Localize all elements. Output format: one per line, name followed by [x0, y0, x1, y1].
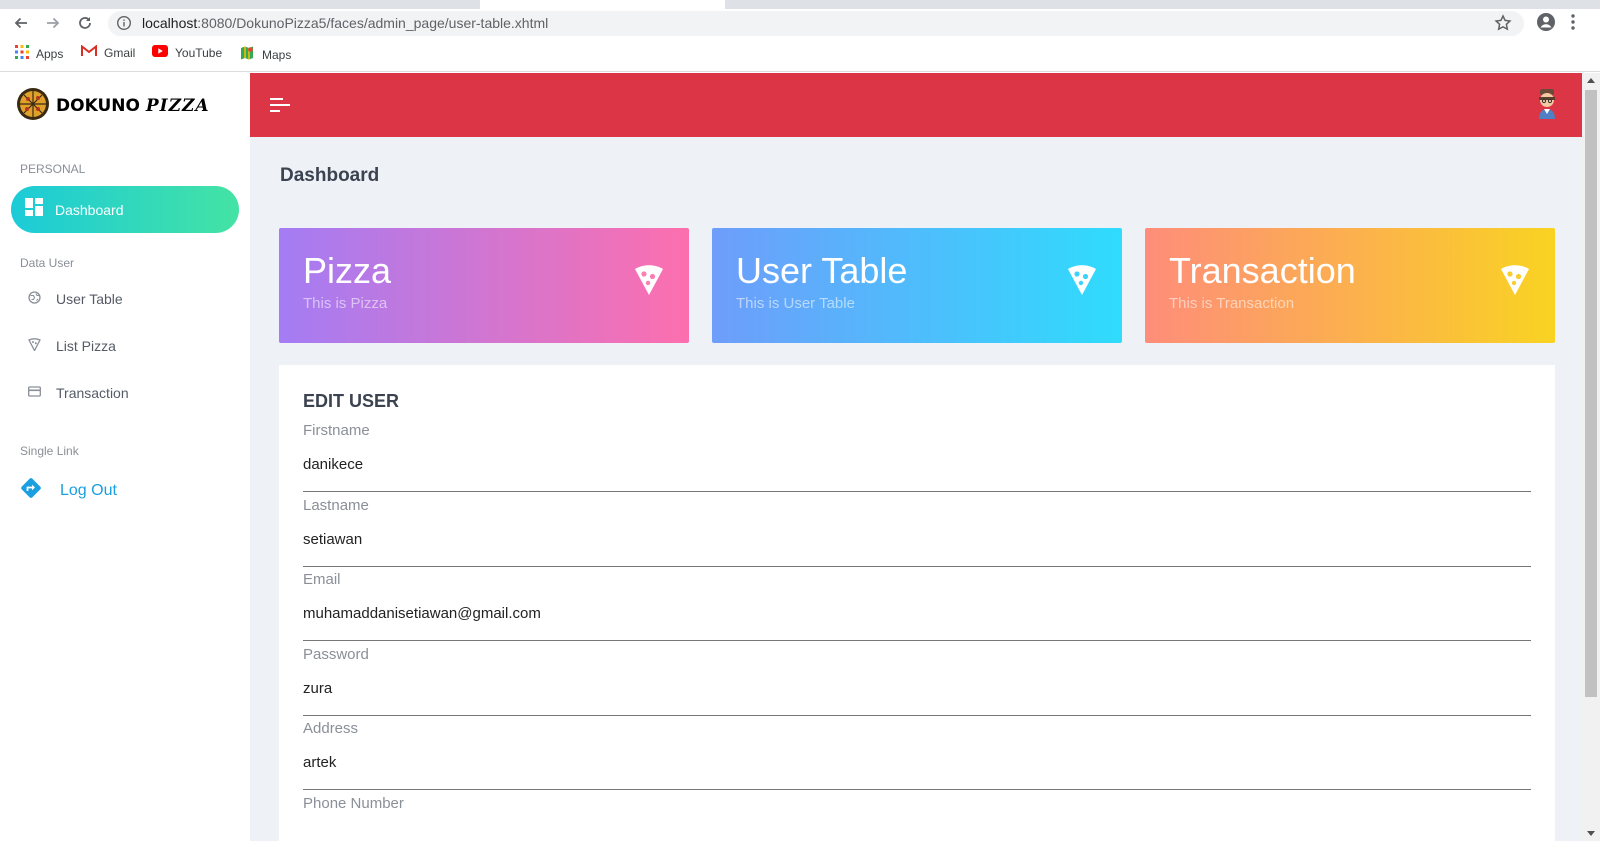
bookmark-apps[interactable]: Apps	[15, 45, 63, 62]
apps-grid-icon	[15, 45, 36, 62]
email-field[interactable]: Email muhamaddanisetiawan@gmail.com	[303, 571, 1531, 641]
card-subtitle: This is User Table	[736, 295, 855, 312]
sidebar-category-data-user: Data User	[20, 256, 75, 270]
topbar	[250, 73, 1582, 137]
sidebar: DOKUNO PIZZA PERSONAL Dashboard Data Use…	[0, 73, 250, 841]
bookmarks-bar: Apps Gmail YouTube Maps	[0, 40, 1600, 72]
scroll-thumb[interactable]	[1585, 90, 1597, 697]
card-icon	[28, 385, 41, 401]
brand[interactable]: DOKUNO PIZZA	[16, 87, 210, 126]
gmail-icon	[81, 44, 104, 60]
field-label: Lastname	[303, 497, 369, 514]
browser-tabstrip	[0, 0, 1600, 9]
page-scrollbar[interactable]	[1582, 73, 1600, 841]
sidebar-item-user-table[interactable]: User Table	[28, 291, 123, 307]
firstname-input[interactable]: danikece	[303, 456, 363, 473]
bookmark-star-icon[interactable]	[1494, 14, 1512, 37]
lastname-input[interactable]: setiawan	[303, 531, 362, 548]
transaction-card[interactable]: Transaction This is Transaction	[1145, 228, 1555, 343]
logout-link[interactable]: Log Out	[20, 477, 117, 504]
card-subtitle: This is Pizza	[303, 295, 388, 312]
sidebar-item-transaction[interactable]: Transaction	[28, 385, 129, 401]
sidebar-item-label: Dashboard	[55, 201, 124, 218]
sidebar-category-single-link: Single Link	[20, 444, 79, 458]
bookmark-maps[interactable]: Maps	[239, 45, 291, 64]
url-host: localhost	[142, 15, 198, 31]
form-title: EDIT USER	[303, 391, 400, 411]
forward-icon[interactable]	[41, 11, 65, 35]
page-title: Dashboard	[280, 165, 380, 186]
phone-number-field[interactable]: Phone Number	[303, 795, 1531, 841]
bookmark-youtube[interactable]: YouTube	[152, 45, 222, 60]
password-field[interactable]: Password zura	[303, 646, 1531, 716]
address-field[interactable]: Address artek	[303, 720, 1531, 790]
email-input[interactable]: muhamaddanisetiawan@gmail.com	[303, 605, 541, 622]
card-title: Pizza	[303, 250, 392, 291]
globe-icon	[28, 291, 41, 307]
field-label: Phone Number	[303, 795, 404, 812]
address-bar[interactable]: localhost:8080/DokunoPizza5/faces/admin_…	[108, 11, 1524, 36]
reload-icon[interactable]	[73, 11, 97, 35]
pizza-card[interactable]: Pizza This is Pizza	[279, 228, 689, 343]
url-path: :8080/DokunoPizza5/faces/admin_page/user…	[197, 15, 549, 31]
active-browser-tab[interactable]	[480, 0, 725, 9]
field-label: Address	[303, 720, 359, 737]
lastname-field[interactable]: Lastname setiawan	[303, 497, 1531, 567]
sidebar-item-label: List Pizza	[56, 338, 116, 354]
field-label: Password	[303, 646, 369, 663]
card-subtitle: This is Transaction	[1169, 295, 1295, 312]
profile-icon[interactable]	[1536, 12, 1556, 37]
pizza-slice-icon	[633, 262, 665, 301]
sidebar-item-label: User Table	[56, 291, 123, 307]
main-content: Dashboard Pizza This is Pizza User Table…	[250, 73, 1582, 841]
url-text[interactable]: localhost:8080/DokunoPizza5/faces/admin_…	[142, 15, 548, 31]
card-title: Transaction	[1169, 250, 1356, 291]
field-label: Email	[303, 571, 341, 588]
pizza-slice-icon	[1066, 262, 1098, 301]
pizza-logo-icon	[16, 87, 50, 126]
maps-icon	[239, 45, 262, 64]
youtube-icon	[152, 45, 175, 60]
menu-toggle-icon[interactable]	[270, 97, 290, 118]
user-avatar-icon[interactable]	[1535, 89, 1559, 124]
address-input[interactable]: artek	[303, 754, 336, 771]
directions-icon	[20, 477, 42, 504]
pizza-slice-icon	[28, 338, 41, 354]
password-input[interactable]: zura	[303, 680, 332, 697]
bookmark-label: Apps	[36, 46, 64, 61]
bookmark-label: Gmail	[104, 45, 136, 60]
browser-toolbar: localhost:8080/DokunoPizza5/faces/admin_…	[0, 9, 1600, 37]
field-label: Firstname	[303, 422, 370, 439]
back-icon[interactable]	[9, 11, 33, 35]
brand-name: DOKUNO PIZZA	[56, 96, 210, 116]
site-info-icon[interactable]	[116, 15, 132, 36]
sidebar-item-label: Transaction	[56, 385, 129, 401]
pizza-slice-icon	[1499, 262, 1531, 301]
bookmark-gmail[interactable]: Gmail	[81, 44, 136, 60]
dashboard-icon	[25, 198, 43, 221]
sidebar-item-list-pizza[interactable]: List Pizza	[28, 338, 116, 354]
sidebar-category-personal: PERSONAL	[20, 162, 86, 176]
card-title: User Table	[736, 250, 908, 291]
sidebar-item-dashboard[interactable]: Dashboard	[11, 186, 239, 233]
scroll-down-arrow-icon[interactable]	[1587, 831, 1595, 836]
scroll-up-arrow-icon[interactable]	[1587, 78, 1595, 83]
edit-user-form: EDIT USER Firstname danikece Lastname se…	[279, 365, 1555, 841]
browser-menu-icon[interactable]	[1570, 13, 1576, 36]
logout-label: Log Out	[60, 481, 117, 499]
brand-script: PIZZA	[145, 96, 210, 116]
bookmark-label: YouTube	[175, 45, 223, 60]
bookmark-label: Maps	[262, 47, 292, 62]
user-table-card[interactable]: User Table This is User Table	[712, 228, 1122, 343]
firstname-field[interactable]: Firstname danikece	[303, 422, 1531, 492]
